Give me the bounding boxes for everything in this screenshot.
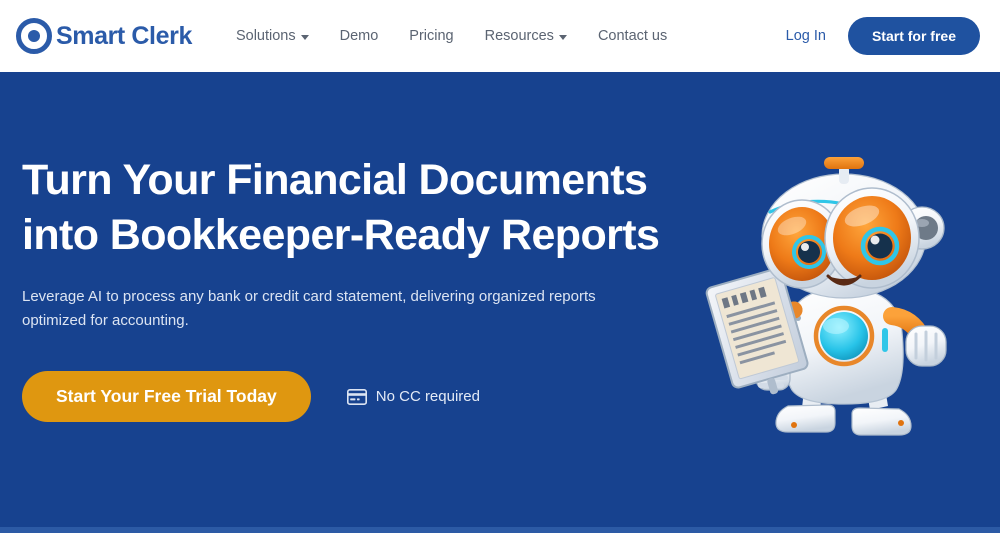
nav-label-solutions: Solutions xyxy=(235,27,296,44)
nav-label-contact-us: Contact us xyxy=(597,27,668,44)
site-header: Smart Clerk Solutions Demo Pricing Resou… xyxy=(0,0,1000,72)
header-actions: Log In Start for free xyxy=(786,17,980,55)
no-cc-required-label: No CC required xyxy=(375,388,480,406)
robot-mascot-illustration xyxy=(694,140,994,460)
hero-subtitle: Leverage AI to process any bank or credi… xyxy=(22,287,596,330)
nav-item-solutions[interactable]: Solutions xyxy=(236,29,309,44)
nav-item-contact-us[interactable]: Contact us xyxy=(598,29,667,44)
nav-item-resources[interactable]: Resources xyxy=(485,29,567,44)
hero-section: Turn Your Financial Documents into Bookk… xyxy=(0,72,1000,527)
bullseye-target-icon xyxy=(16,18,52,54)
hero-cta-row: Start Your Free Trial Today No CC requir… xyxy=(22,371,682,423)
chevron-down-icon xyxy=(300,34,309,40)
nav-item-pricing[interactable]: Pricing xyxy=(409,29,453,44)
hero-copy: Turn Your Financial Documents into Bookk… xyxy=(22,153,682,447)
start-for-free-button[interactable]: Start for free xyxy=(847,17,980,55)
hero-inner: Turn Your Financial Documents into Bookk… xyxy=(0,72,1000,527)
nav-label-pricing: Pricing xyxy=(409,27,454,44)
hero-title-line-2: into Bookkeeper-Ready Reports xyxy=(22,210,660,259)
bottom-strip xyxy=(0,527,1000,533)
nav-item-demo[interactable]: Demo xyxy=(340,29,379,44)
start-free-trial-button[interactable]: Start Your Free Trial Today xyxy=(22,371,311,423)
landing-page: Smart Clerk Solutions Demo Pricing Resou… xyxy=(0,0,1000,533)
brand-logo[interactable]: Smart Clerk xyxy=(16,18,192,54)
login-link[interactable]: Log In xyxy=(786,28,826,44)
chevron-down-icon xyxy=(558,34,567,40)
hero-title-line-1: Turn Your Financial Documents xyxy=(22,155,648,204)
no-cc-required-note: No CC required xyxy=(346,388,480,406)
brand-name: Smart Clerk xyxy=(56,21,192,50)
main-navigation: Solutions Demo Pricing Resources Contact… xyxy=(236,29,786,44)
credit-card-icon xyxy=(346,388,367,405)
hero-title: Turn Your Financial Documents into Bookk… xyxy=(22,153,682,263)
nav-label-demo: Demo xyxy=(339,27,379,44)
nav-label-resources: Resources xyxy=(484,27,554,44)
